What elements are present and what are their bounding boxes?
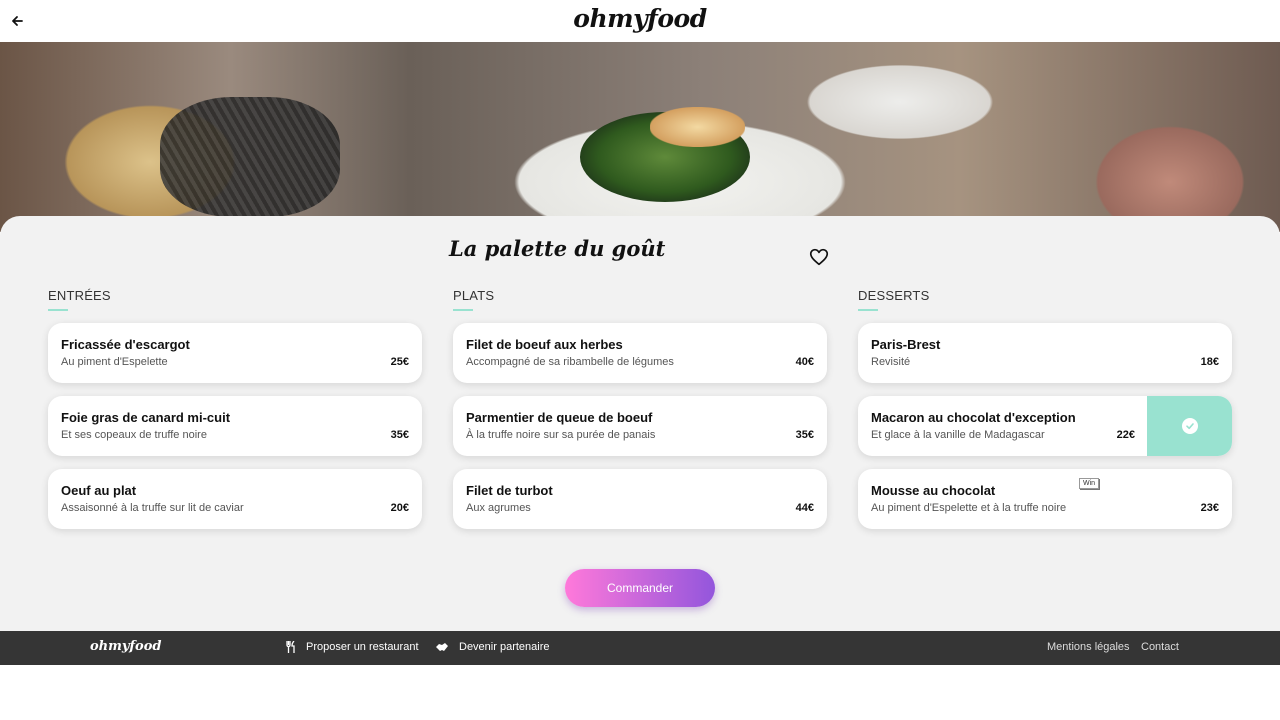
selected-check-area[interactable] <box>1147 396 1232 456</box>
become-partner-link[interactable]: Devenir partenaire <box>435 641 550 653</box>
dish-price: 35€ <box>390 429 409 441</box>
dish-description: Accompagné de sa ribambelle de légumes <box>466 356 674 368</box>
dish-price: 44€ <box>795 502 814 514</box>
menu-item[interactable]: Fricassée d'escargot Au piment d'Espelet… <box>48 323 422 383</box>
dish-description: Au piment d'Espelette et à la truffe noi… <box>871 502 1067 514</box>
section-desserts: DESSERTS Paris-Brest Revisité 18€ Macaro… <box>858 288 1232 542</box>
hero-image <box>0 42 1280 232</box>
order-button[interactable]: Commander <box>565 569 715 607</box>
dish-name: Filet de turbot <box>466 483 553 498</box>
handshake-icon <box>436 643 448 651</box>
dish-description: Au piment d'Espelette <box>61 356 168 368</box>
bread-basket-image <box>160 97 340 217</box>
section-title: ENTRÉES <box>48 288 111 303</box>
contact-link[interactable]: Contact <box>1141 641 1179 653</box>
logo[interactable]: ohmyfood <box>0 4 1280 33</box>
dish-name: Parmentier de queue de boeuf <box>466 410 653 425</box>
dish-name: Oeuf au plat <box>61 483 137 498</box>
dish-name: Macaron au chocolat d'exception <box>871 410 1076 425</box>
dish-price: 35€ <box>795 429 814 441</box>
cutlery-icon <box>286 641 295 653</box>
section-underline <box>48 309 68 311</box>
header: ohmyfood <box>0 0 1280 42</box>
footer-logo[interactable]: ohmyfood <box>90 639 161 654</box>
dish-price: 25€ <box>390 356 409 368</box>
dish-name: Fricassée d'escargot <box>61 337 190 352</box>
dish-price: 18€ <box>1200 356 1219 368</box>
dish-price: 40€ <box>795 356 814 368</box>
footer: ohmyfood Proposer un restaurant Devenir … <box>0 631 1280 665</box>
section-entrees: ENTRÉES Fricassée d'escargot Au piment d… <box>48 288 422 542</box>
propose-restaurant-link[interactable]: Proposer un restaurant <box>286 641 419 653</box>
dish-price: 20€ <box>390 502 409 514</box>
menu-item[interactable]: Oeuf au plat Assaisonné à la truffe sur … <box>48 469 422 529</box>
section-plats: PLATS Filet de boeuf aux herbes Accompag… <box>453 288 827 542</box>
dish-price: 23€ <box>1200 502 1219 514</box>
menu-item[interactable]: Filet de boeuf aux herbes Accompagné de … <box>453 323 827 383</box>
dish-price: 22€ <box>1116 429 1135 441</box>
dish-description: Et glace à la vanille de Madagascar <box>871 429 1045 441</box>
dish-description: À la truffe noire sur sa purée de panais <box>466 429 656 441</box>
check-icon <box>1181 418 1198 434</box>
dish-description: Revisité <box>871 356 911 368</box>
section-title: DESSERTS <box>858 288 930 303</box>
dish-name: Foie gras de canard mi-cuit <box>61 410 231 425</box>
menu-item[interactable]: Parmentier de queue de boeuf À la truffe… <box>453 396 827 456</box>
legal-link[interactable]: Mentions légales <box>1047 641 1130 653</box>
dish-name: Filet de boeuf aux herbes <box>466 337 623 352</box>
menu-panel: La palette du goût ENTRÉES Fricassée d'e… <box>0 216 1280 631</box>
menu-item[interactable]: Filet de turbot Aux agrumes 44€ <box>453 469 827 529</box>
menu-item[interactable]: Mousse au chocolat Au piment d'Espelette… <box>858 469 1232 529</box>
section-title: PLATS <box>453 288 495 303</box>
menu-item[interactable]: Foie gras de canard mi-cuit Et ses copea… <box>48 396 422 456</box>
dish-description: Aux agrumes <box>466 502 531 514</box>
section-underline <box>858 309 878 311</box>
win-badge: Win <box>1079 478 1100 489</box>
section-underline <box>453 309 473 311</box>
restaurant-title: La palette du goût <box>449 236 666 261</box>
dish-description: Et ses copeaux de truffe noire <box>61 429 207 441</box>
heart-icon[interactable] <box>808 246 830 268</box>
menu-item-selected[interactable]: Macaron au chocolat d'exception Et glace… <box>858 396 1232 456</box>
dish-name: Mousse au chocolat <box>871 483 996 498</box>
dish-description: Assaisonné à la truffe sur lit de caviar <box>61 502 244 514</box>
propose-restaurant-label: Proposer un restaurant <box>306 641 419 653</box>
menu-item[interactable]: Paris-Brest Revisité 18€ <box>858 323 1232 383</box>
dish-fish-image <box>650 107 745 147</box>
become-partner-label: Devenir partenaire <box>459 641 550 653</box>
dish-name: Paris-Brest <box>871 337 941 352</box>
